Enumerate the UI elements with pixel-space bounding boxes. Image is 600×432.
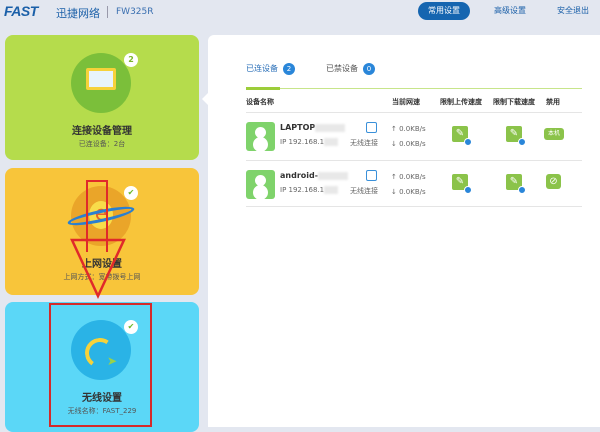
device-ip: IP 192.168.1 <box>280 138 339 146</box>
col-current-speed: 当前网速 <box>392 98 420 106</box>
count-badge: 2 <box>283 63 295 75</box>
upload-speed: ↑ 0.0KB/s <box>391 125 426 133</box>
nav-logout[interactable]: 安全退出 <box>553 2 593 20</box>
edit-icon[interactable] <box>366 170 377 181</box>
brand-name: 迅捷网络 <box>56 7 100 20</box>
col-device-name: 设备名称 <box>246 98 274 106</box>
device-ip: IP 192.168.1 <box>280 186 339 194</box>
edit-icon[interactable] <box>366 122 377 133</box>
download-limit-button[interactable]: ✎ <box>506 174 526 194</box>
check-icon: ✔ <box>124 186 138 200</box>
upload-limit-button[interactable]: ✎ <box>452 126 472 146</box>
col-download-limit: 限制下载速度 <box>493 98 535 106</box>
nav-advanced-settings[interactable]: 高级设置 <box>490 2 530 20</box>
upload-speed: ↑ 0.0KB/s <box>391 173 426 181</box>
tab-connected-devices[interactable]: 已连设备 2 <box>246 63 295 75</box>
top-header: FAST 迅捷网络 FW325R 常用设置 高级设置 安全退出 <box>0 0 600 30</box>
this-device-tag: 本机 <box>544 128 565 140</box>
table-row: android- IP 192.168.1 无线连接 ↑ 0.0KB/s ↓ 0… <box>246 160 582 207</box>
nav-common-settings[interactable]: 常用设置 <box>418 2 470 20</box>
device-name: android- <box>280 171 349 180</box>
block-device-button[interactable]: ⊘ <box>546 174 561 189</box>
tab-label: 已连设备 <box>246 64 278 73</box>
card-subtitle: 已连设备：2台 <box>78 140 126 148</box>
annotation-highlight-box <box>49 303 152 427</box>
download-limit-button[interactable]: ✎ <box>506 126 526 146</box>
tab-blocked-devices[interactable]: 已禁设备 0 <box>326 63 375 75</box>
watermark-title: 路由器 <box>512 367 572 391</box>
router-logo-icon <box>460 360 506 406</box>
device-count-badge: 2 <box>124 53 138 67</box>
connection-type: 无线连接 <box>350 187 378 195</box>
monitor-icon <box>71 53 131 113</box>
count-badge: 0 <box>363 63 375 75</box>
connection-type: 无线连接 <box>350 139 378 147</box>
download-speed: ↓ 0.0KB/s <box>391 188 426 196</box>
watermark-url: luyouqi.com <box>516 390 572 400</box>
annotation-arrow-head <box>70 238 126 299</box>
device-name: LAPTOP <box>280 123 346 132</box>
table-row: LAPTOP IP 192.168.1 无线连接 ↑ 0.0KB/s ↓ 0.0… <box>246 112 582 159</box>
tab-label: 已禁设备 <box>326 64 358 73</box>
avatar-icon <box>246 122 275 151</box>
tab-divider <box>246 88 582 89</box>
card-device-management[interactable]: 2 连接设备管理 已连设备：2台 <box>5 35 199 160</box>
col-upload-limit: 限制上传速度 <box>440 98 482 106</box>
upload-limit-button[interactable]: ✎ <box>452 174 472 194</box>
active-tab-indicator <box>246 87 280 90</box>
avatar-icon <box>246 170 275 199</box>
fast-logo: FAST <box>4 3 38 19</box>
model-name: FW325R <box>116 7 154 17</box>
download-speed: ↓ 0.0KB/s <box>391 140 426 148</box>
divider <box>107 6 108 18</box>
col-disable: 禁用 <box>546 98 560 106</box>
card-title: 连接设备管理 <box>72 126 132 137</box>
